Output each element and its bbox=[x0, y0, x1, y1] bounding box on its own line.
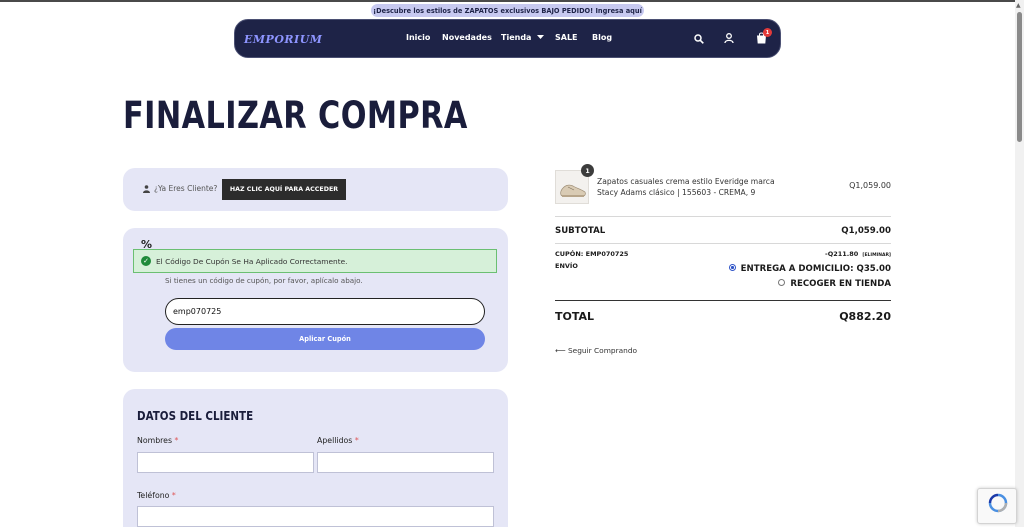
chevron-down-icon bbox=[537, 35, 545, 39]
coupon-discount: -Q211.80 [ELIMINAR] bbox=[825, 250, 891, 258]
nav-link-tienda[interactable]: Tienda bbox=[501, 33, 545, 42]
check-circle-icon: ✓ bbox=[141, 256, 151, 266]
shipping-option-pickup[interactable]: RECOGER EN TIENDA bbox=[778, 279, 891, 289]
coupon-code-input[interactable]: emp070725 bbox=[165, 298, 485, 325]
first-name-input[interactable] bbox=[137, 452, 314, 473]
coupon-label: CUPÓN: EMP070725 bbox=[555, 250, 629, 258]
login-prompt-text: ¿Ya Eres Cliente? bbox=[154, 184, 218, 193]
nav-link-novedades[interactable]: Novedades bbox=[442, 33, 492, 42]
subtotal-row: SUBTOTAL Q1,059.00 bbox=[555, 226, 891, 236]
recaptcha-icon bbox=[988, 493, 1008, 513]
last-name-label: Apellidos * bbox=[317, 436, 359, 445]
user-icon bbox=[143, 184, 150, 193]
divider bbox=[555, 300, 891, 301]
shipping-option-pickup-label: RECOGER EN TIENDA bbox=[790, 279, 891, 289]
apply-coupon-button[interactable]: Aplicar Cupón bbox=[165, 328, 485, 350]
nav-link-tienda-label: Tienda bbox=[501, 33, 532, 42]
client-section-title: DATOS DEL CLIENTE bbox=[137, 409, 254, 423]
total-value: Q882.20 bbox=[839, 310, 891, 323]
scrollbar-thumb[interactable] bbox=[1017, 12, 1022, 142]
subtotal-value: Q1,059.00 bbox=[841, 226, 891, 236]
nav-link-inicio[interactable]: Inicio bbox=[406, 33, 430, 42]
arrow-left-icon: ⟵ bbox=[555, 346, 566, 355]
coupon-hint: Si tienes un código de cupón, por favor,… bbox=[165, 276, 363, 285]
recaptcha-badge[interactable] bbox=[977, 488, 1017, 524]
divider bbox=[555, 243, 891, 244]
site-logo[interactable]: EMPORIUM bbox=[244, 33, 322, 46]
nav-link-blog[interactable]: Blog bbox=[592, 33, 612, 42]
nav-link-sale[interactable]: SALE bbox=[555, 33, 578, 42]
total-row: TOTAL Q882.20 bbox=[555, 310, 891, 323]
first-name-label: Nombres * bbox=[137, 436, 178, 445]
user-icon[interactable] bbox=[724, 33, 734, 44]
first-name-label-text: Nombres bbox=[137, 436, 173, 445]
phone-label: Teléfono * bbox=[137, 491, 176, 500]
cart-count-badge: 1 bbox=[763, 28, 772, 37]
subtotal-label: SUBTOTAL bbox=[555, 226, 606, 236]
last-name-label-text: Apellidos bbox=[317, 436, 353, 445]
shipping-option-delivery-label: ENTREGA A DOMICILIO: Q35.00 bbox=[740, 264, 891, 274]
main-navbar: EMPORIUM Inicio Novedades Tienda SALE Bl… bbox=[234, 19, 781, 58]
required-mark: * bbox=[174, 436, 179, 445]
login-prompt: ¿Ya Eres Cliente? bbox=[143, 184, 217, 193]
continue-shopping-label: Seguir Comprando bbox=[567, 346, 638, 355]
remove-coupon-link[interactable]: [ELIMINAR] bbox=[862, 253, 891, 258]
coupon-success-text: El Código De Cupón Se Ha Aplicado Correc… bbox=[156, 256, 348, 266]
announcement-bar[interactable]: ¡Descubre los estilos de ZAPATOS exclusi… bbox=[371, 4, 644, 17]
radio-unselected-icon[interactable] bbox=[778, 279, 786, 286]
product-price: Q1,059.00 bbox=[849, 181, 891, 190]
coupon-value: -Q211.80 bbox=[825, 250, 859, 258]
scroll-up-arrow-icon[interactable]: ▲ bbox=[1016, 2, 1021, 9]
phone-label-text: Teléfono bbox=[137, 491, 170, 500]
top-rule bbox=[0, 0, 1024, 2]
coupon-success-message: ✓ El Código De Cupón Se Ha Aplicado Corr… bbox=[133, 249, 497, 273]
product-name: Zapatos casuales crema estilo Everidge m… bbox=[597, 177, 775, 197]
required-mark: * bbox=[354, 436, 359, 445]
shipping-label: ENVÍO bbox=[555, 262, 578, 270]
total-label: TOTAL bbox=[555, 310, 595, 323]
radio-selected-icon[interactable] bbox=[728, 264, 736, 271]
quantity-badge: 1 bbox=[581, 164, 594, 177]
search-icon[interactable] bbox=[694, 34, 704, 44]
coupon-row: CUPÓN: EMP070725 -Q211.80 [ELIMINAR] bbox=[555, 250, 891, 258]
page-title: FINALIZAR COMPRA bbox=[123, 94, 468, 137]
continue-shopping-link[interactable]: ⟵ Seguir Comprando bbox=[555, 346, 637, 355]
shipping-option-delivery[interactable]: ENTREGA A DOMICILIO: Q35.00 bbox=[728, 264, 891, 274]
last-name-input[interactable] bbox=[317, 452, 494, 473]
required-mark: * bbox=[171, 491, 176, 500]
divider bbox=[555, 216, 891, 217]
login-button[interactable]: HAZ CLIC AQUÍ PARA ACCEDER bbox=[222, 179, 346, 200]
phone-input[interactable] bbox=[137, 506, 494, 527]
